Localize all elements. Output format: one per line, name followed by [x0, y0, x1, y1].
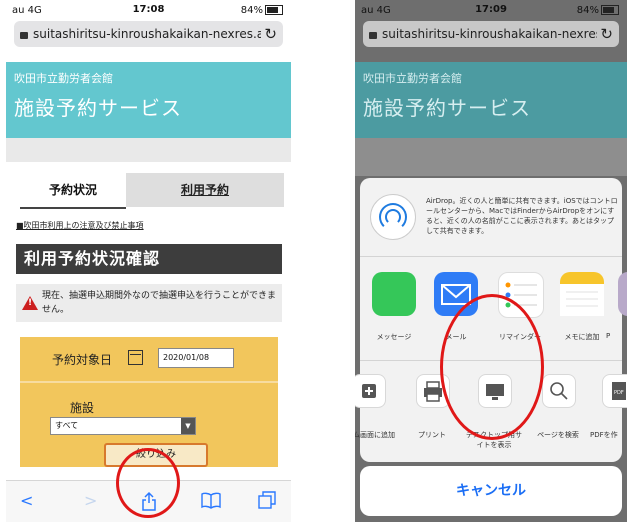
url-text: suitashiritsu-kinroushakaikan-nexres.a — [33, 27, 265, 41]
tab-reservation-status[interactable]: 予約状況 — [20, 173, 126, 209]
airdrop-section[interactable]: AirDrop。近くの人と簡単に共有できます。iOSではコントロールセンターから… — [360, 178, 622, 257]
reload-icon[interactable]: ↻ — [261, 21, 277, 47]
forward-icon[interactable]: > — [84, 491, 97, 510]
app-label-notes: メモに追加 — [564, 333, 600, 341]
warning-icon: ! — [22, 296, 38, 310]
tab-bar: 予約状況 利用予約 — [6, 173, 291, 209]
annotation-circle-share — [116, 448, 180, 518]
site-subtitle: 吹田市立勤労者会館 — [14, 72, 113, 85]
phone-screen-left: au 4G 17:08 84% suitashiritsu-kinroushak… — [6, 0, 291, 522]
action-label-add-home: ム画面に追加 — [355, 431, 395, 439]
status-bar: au 4G 17:08 84% — [6, 0, 291, 20]
alert-box: ! 現在、抽選申込期間外なので抽選申込を行うことができません。 — [16, 284, 282, 322]
facility-select-value: すべて — [55, 421, 79, 430]
cancel-button[interactable]: キャンセル — [360, 466, 622, 516]
more-app-icon[interactable] — [618, 272, 627, 316]
date-row: 予約対象日 2020/01/08 — [20, 337, 278, 383]
lock-icon — [20, 32, 28, 39]
notice-link[interactable]: ■吹田市利用上の注意及び禁止事項 — [16, 220, 144, 231]
url-bar[interactable]: suitashiritsu-kinroushakaikan-nexres.a ↻ — [363, 21, 619, 47]
header-divider — [6, 138, 291, 162]
notes-icon[interactable] — [560, 272, 604, 316]
lock-icon — [369, 32, 377, 39]
battery-percent: 84% — [576, 5, 599, 16]
facility-label: 施設 — [70, 401, 95, 415]
app-label-messages: メッセージ — [376, 333, 412, 341]
date-label: 予約対象日 — [52, 353, 113, 367]
battery-percent: 84% — [240, 5, 263, 16]
facility-select[interactable]: すべて ▼ — [50, 417, 196, 435]
app-label-more: P — [606, 332, 611, 340]
battery-indicator: 84% — [577, 5, 619, 16]
action-label-find-on-page: ページを検索 — [537, 431, 579, 439]
airdrop-icon — [370, 194, 416, 240]
bookmarks-icon[interactable] — [201, 491, 221, 513]
svg-text:PDF: PDF — [614, 390, 624, 396]
airdrop-description: AirDrop。近くの人と簡単に共有できます。iOSではコントロールセンターから… — [426, 197, 618, 235]
url-text: suitashiritsu-kinroushakaikan-nexres.a — [382, 27, 614, 41]
url-bar[interactable]: suitashiritsu-kinroushakaikan-nexres.a ↻ — [14, 21, 283, 47]
site-header: 吹田市立勤労者会館 施設予約サービス — [6, 62, 291, 138]
action-label-print: プリント — [418, 431, 446, 439]
calendar-icon[interactable] — [128, 350, 143, 365]
back-icon[interactable]: < — [20, 491, 33, 510]
chevron-down-icon: ▼ — [181, 418, 195, 434]
pdf-icon[interactable]: PDF — [602, 374, 627, 408]
tabs-icon[interactable] — [258, 491, 276, 513]
status-bar: au 4G 17:09 84% — [355, 0, 627, 20]
site-title: 施設予約サービス — [14, 96, 182, 120]
add-home-icon[interactable] — [355, 374, 386, 408]
section-title: 利用予約状況確認 — [16, 244, 282, 274]
header-divider — [355, 138, 627, 176]
site-title: 施設予約サービス — [363, 96, 531, 120]
site-header: 吹田市立勤労者会館 施設予約サービス — [355, 62, 627, 138]
battery-icon — [265, 5, 283, 15]
battery-icon — [601, 5, 619, 15]
alert-text: 現在、抽選申込期間外なので抽選申込を行うことができません。 — [42, 291, 277, 315]
phone-screen-right: au 4G 17:09 84% suitashiritsu-kinroushak… — [355, 0, 627, 522]
annotation-circle-reminders — [440, 294, 544, 440]
battery-indicator: 84% — [241, 5, 283, 16]
site-subtitle: 吹田市立勤労者会館 — [363, 72, 462, 85]
action-label-pdf: PDFを作 — [590, 431, 618, 439]
tab-reservation[interactable]: 利用予約 — [126, 173, 284, 207]
messages-icon[interactable] — [372, 272, 416, 316]
date-input[interactable]: 2020/01/08 — [158, 348, 234, 368]
find-on-page-icon[interactable] — [542, 374, 576, 408]
reload-icon[interactable]: ↻ — [597, 21, 613, 47]
